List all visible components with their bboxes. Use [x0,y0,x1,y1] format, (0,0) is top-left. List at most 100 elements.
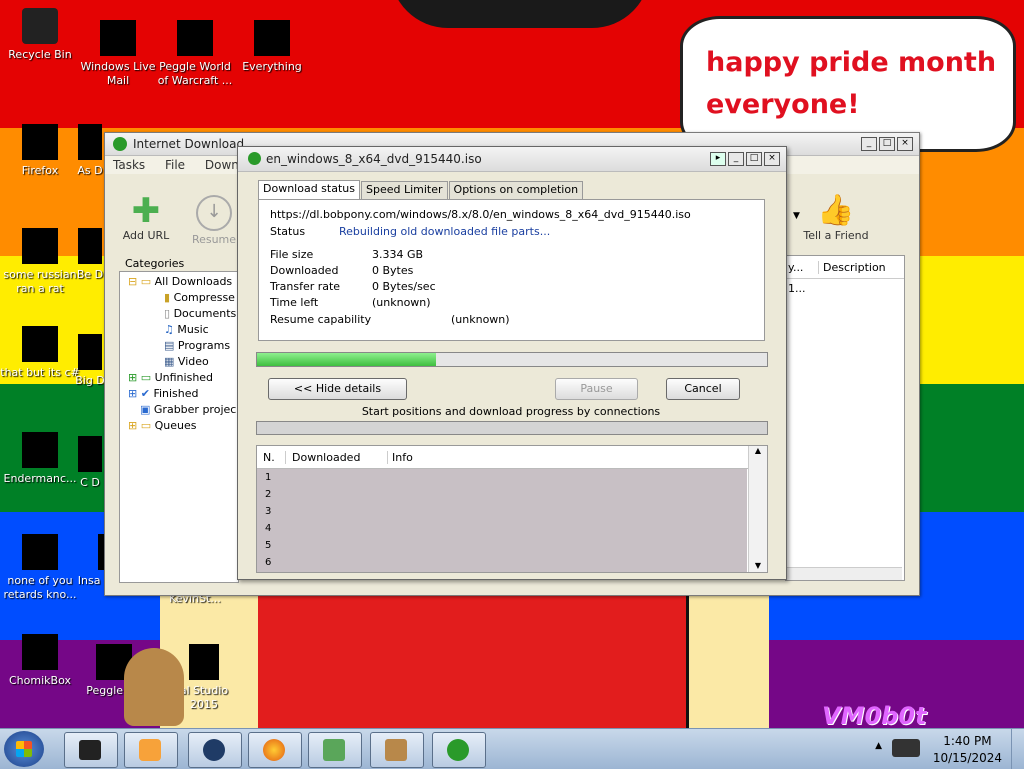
peggle-icon [177,20,213,56]
connections-progress-bar [256,421,768,435]
speech-text: happy pride month everyone! [706,42,1006,126]
clock[interactable]: 1:40 PM 10/15/2024 [933,733,1002,767]
app-icon [78,228,102,264]
dialog-titlebar[interactable]: en_windows_8_x64_dvd_915440.iso ▸ _ □ × [238,147,786,172]
menu-file[interactable]: File [157,156,193,174]
resume-capability-value: (unknown) [451,313,510,326]
add-url-button[interactable]: ✚ Add URL [117,193,175,242]
tree-item-music[interactable]: ♫ Music [120,322,238,338]
plus-icon: ✚ [131,191,161,231]
desktop-icon-peggle-wow[interactable]: Peggle World of Warcraft ... [155,20,235,88]
idm-logo-icon [113,137,127,151]
tree-item-video[interactable]: ▦ Video [120,354,238,370]
start-button[interactable] [4,731,44,767]
taskbar-app-3[interactable] [188,732,242,768]
archive-icon: ▮ [164,291,171,304]
tree-item-queues[interactable]: ⊞ ▭ Queues [120,418,238,434]
tree-item-all-downloads[interactable]: ⊟ ▭ All Downloads [120,274,238,290]
taskbar-firefox[interactable] [248,732,302,768]
scroll-down-icon[interactable]: ▼ [749,561,767,570]
desktop-icon-russian-rat[interactable]: some russian ran a rat [0,228,80,296]
tree-item-documents[interactable]: ▯ Documents [120,306,238,322]
desktop-icon-chomikbox[interactable]: ChomikBox [0,634,80,688]
connection-row[interactable]: 6 [257,554,747,571]
download-progress-bar [256,352,768,367]
close-icon[interactable]: × [764,152,780,166]
scroll-up-icon[interactable]: ▲ [749,446,767,455]
send-to-tray-icon[interactable]: ▸ [710,152,726,166]
media-player-icon [139,739,161,761]
file-size-label: File size [270,248,314,261]
app-icon [78,124,102,160]
taskbar-chomikbox[interactable] [370,732,424,768]
firefox-icon [263,739,285,761]
tell-a-friend-button[interactable]: 👍 Tell a Friend [799,193,873,242]
idm-logo-icon [248,152,261,165]
list-header-col[interactable]: y... [788,261,803,274]
connection-row[interactable]: 2 [257,486,747,503]
taskbar-media-player[interactable] [124,732,178,768]
desktop-icon-c[interactable]: C D [72,436,108,490]
toolbar-dropdown-icon[interactable]: ▼ [793,211,800,221]
col-n[interactable]: N. [263,451,275,464]
tree-item-unfinished[interactable]: ⊞ ▭ Unfinished [120,370,238,386]
desktop-icon-everything[interactable]: Everything [232,20,312,74]
list-header-description[interactable]: Description [818,261,886,274]
maximize-icon[interactable]: □ [879,137,895,151]
show-desktop-button[interactable] [1011,729,1024,769]
dialog-tabs: Download status Speed Limiter Options on… [258,180,584,201]
app-icon [203,739,225,761]
pause-button[interactable]: Pause [555,378,638,400]
resume-button[interactable]: ↓ Resume [185,193,243,246]
chomikbox-icon [385,739,407,761]
minimize-icon[interactable]: _ [728,152,744,166]
tab-speed-limiter[interactable]: Speed Limiter [360,181,448,200]
idm-logo-icon [447,739,469,761]
list-row[interactable]: 1... [786,279,904,298]
list-header: y... Description [786,256,904,279]
hide-details-button[interactable]: << Hide details [268,378,407,400]
taskbar: ▲ 1:40 PM 10/15/2024 [0,728,1024,769]
desktop-icon-windows-live-mail[interactable]: Windows Live Mail [78,20,158,88]
desktop-icon-be[interactable]: Be D [72,228,108,282]
desktop-icon-firefox[interactable]: Firefox [0,124,80,178]
connection-row[interactable]: 5 [257,537,747,554]
cancel-button[interactable]: Cancel [666,378,740,400]
tree-item-compressed[interactable]: ▮ Compresse [120,290,238,306]
tree-item-finished[interactable]: ⊞ ✔ Finished [120,386,238,402]
taskbar-idm[interactable] [432,732,486,768]
network-icon[interactable] [892,739,920,757]
menu-tasks[interactable]: Tasks [105,156,153,174]
desktop-icon-csharp[interactable]: that but its c# [0,326,80,380]
horizontal-scrollbar[interactable] [786,567,902,580]
windows-logo-icon [16,741,32,757]
tray-arrow-icon[interactable]: ▲ [875,741,882,751]
desktop-icon-as[interactable]: As D [72,124,108,178]
connection-row[interactable]: 3 [257,503,747,520]
close-icon[interactable]: × [897,137,913,151]
tree-item-grabber[interactable]: ▣ Grabber projec [120,402,238,418]
finished-folder-icon: ⊞ ✔ [128,387,150,400]
col-downloaded[interactable]: Downloaded [285,451,360,464]
taskbar-app-1[interactable] [64,732,118,768]
maximize-icon[interactable]: □ [746,152,762,166]
minimize-icon[interactable]: _ [861,137,877,151]
desktop-icon-enderman[interactable]: Endermanc... [0,432,80,486]
status-value: Rebuilding old downloaded file parts... [339,225,551,238]
vertical-scrollbar[interactable]: ▲ ▼ [748,446,767,572]
tree-item-programs[interactable]: ▤ Programs [120,338,238,354]
taskbar-users[interactable] [308,732,362,768]
connection-row[interactable]: 4 [257,520,747,537]
tab-download-status[interactable]: Download status [258,180,360,201]
folder-icon: ⊟ ▭ [128,275,152,288]
desktop-icon-none-of-you[interactable]: none of you retards kno... [0,534,80,602]
desktop-icon-big[interactable]: Big D [72,334,108,388]
desktop-icon-recycle-bin[interactable]: Recycle Bin [0,8,80,62]
connections-header: N. Downloaded Info [257,446,767,469]
time-left-label: Time left [270,296,319,309]
col-info[interactable]: Info [387,451,413,464]
clock-date: 10/15/2024 [932,751,1002,765]
tab-options-on-completion[interactable]: Options on completion [448,181,584,200]
connection-row[interactable]: 1 [257,469,747,486]
file-size-value: 3.334 GB [372,248,424,261]
